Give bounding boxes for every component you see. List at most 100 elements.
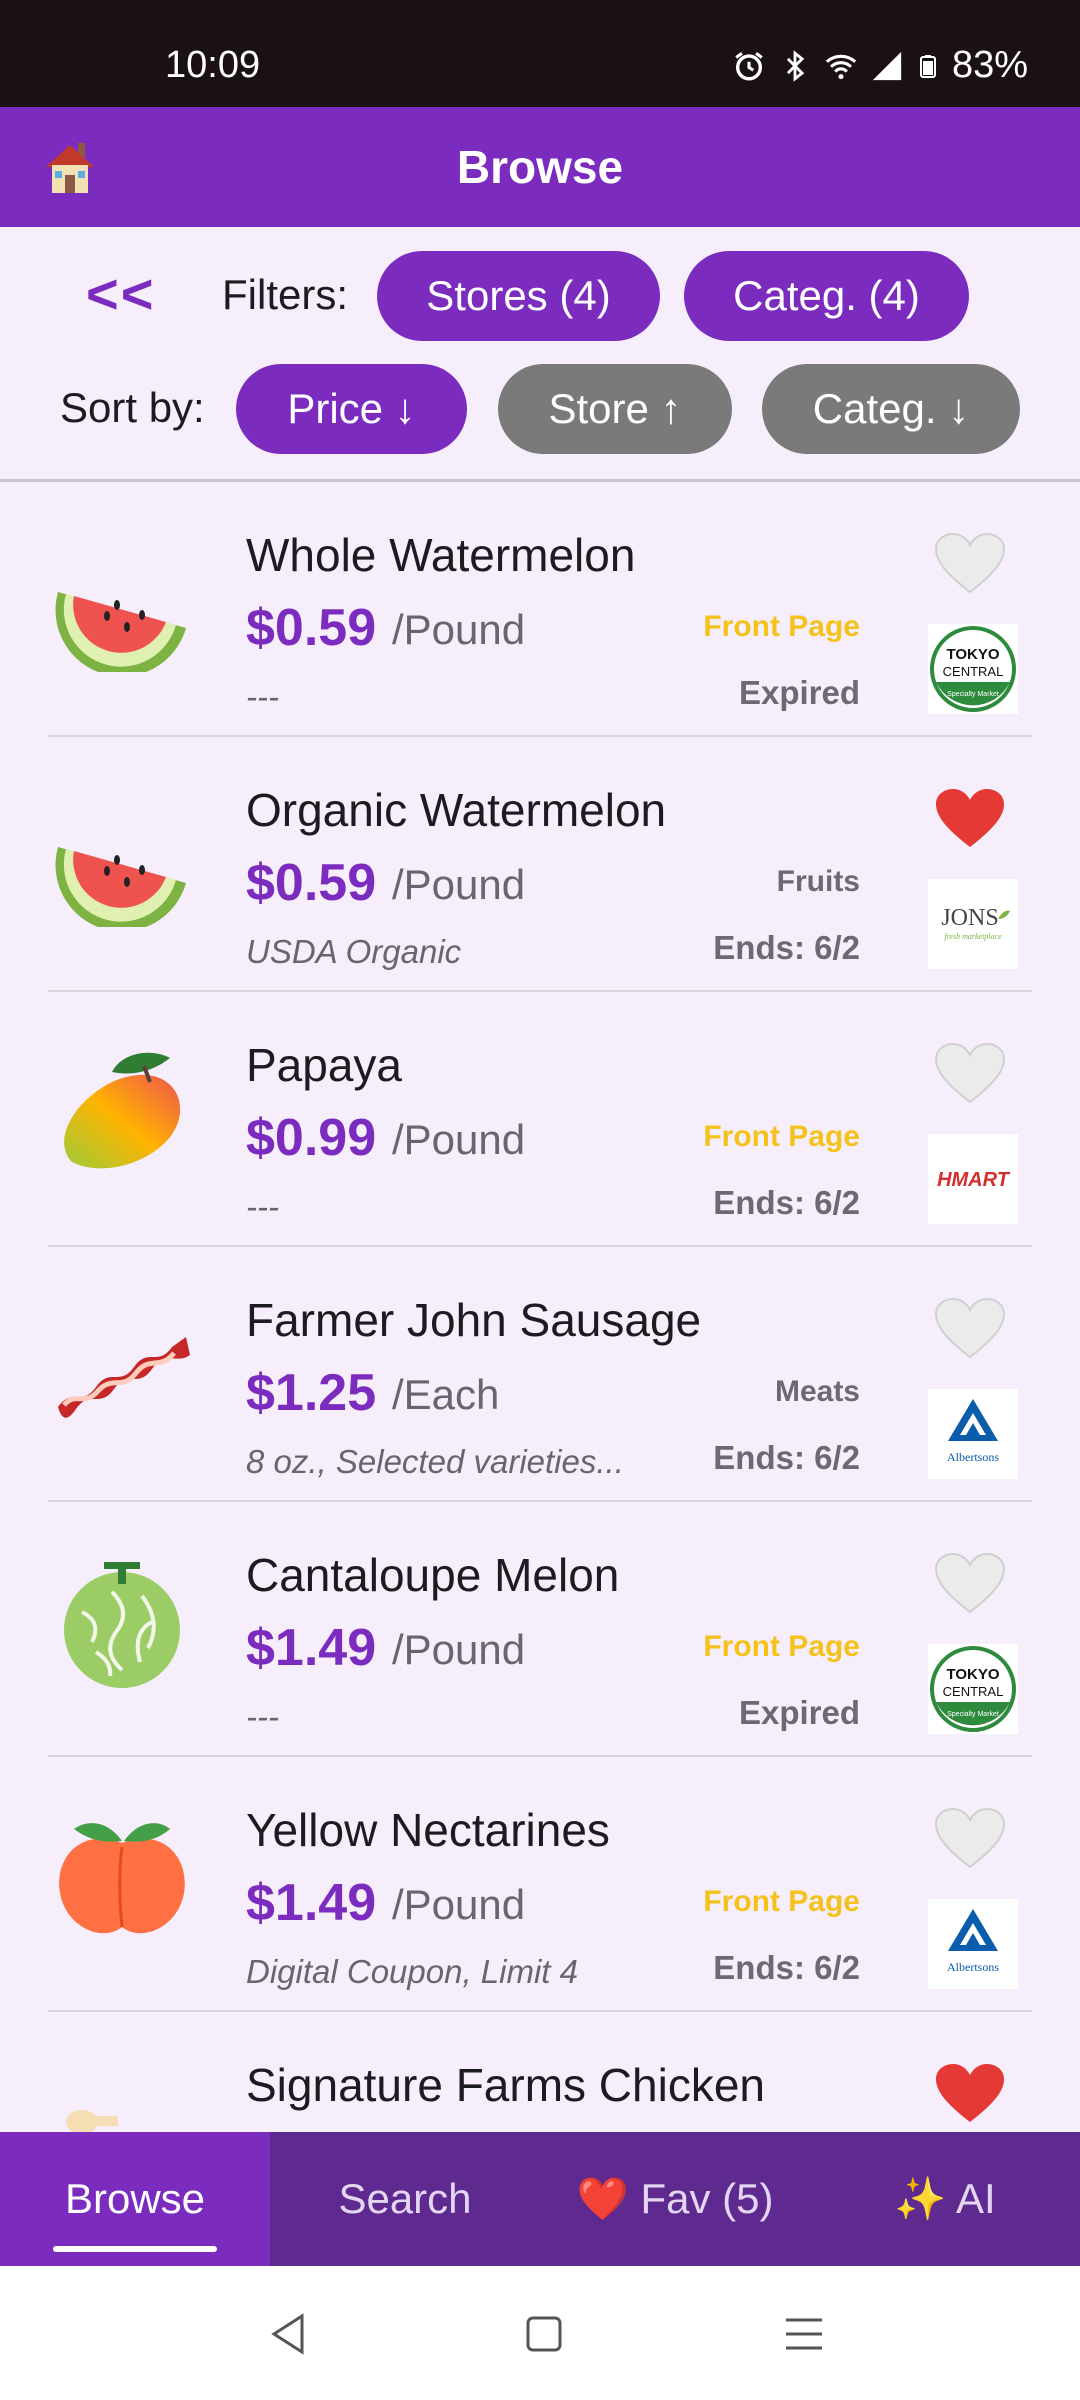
logo-text-tokyo: TOKYO — [946, 1666, 999, 1683]
item-end-date: Ends: 6/2 — [713, 1949, 860, 1986]
stores-filter-button[interactable]: Stores (4) — [377, 251, 660, 341]
peach-icon — [59, 1823, 185, 1934]
item-unit: /Pound — [392, 861, 526, 908]
home-square-icon[interactable] — [516, 2306, 572, 2362]
tab-search[interactable]: Search — [270, 2132, 540, 2266]
system-navigation-bar — [0, 2266, 1080, 2400]
watermelon-icon — [55, 847, 186, 927]
signal-icon — [872, 51, 902, 80]
item-name: Organic Watermelon — [246, 784, 667, 836]
logo-text-jons-sub: fresh marketplace — [944, 932, 1002, 941]
deal-list: Whole Watermelon $0.59 /Pound --- Front … — [0, 482, 1080, 2132]
back-triangle-icon[interactable] — [260, 2306, 316, 2362]
item-category: Front Page — [703, 1885, 860, 1918]
tab-browse[interactable]: Browse — [0, 2132, 270, 2266]
favorite-heart-icon[interactable] — [934, 1297, 1006, 1361]
item-price: $0.59 — [246, 599, 377, 657]
list-item[interactable]: Papaya $0.99 /Pound --- Front Page Ends:… — [0, 992, 1080, 1247]
favorite-heart-icon[interactable] — [934, 532, 1006, 596]
item-end-date: Ends: 6/2 — [713, 929, 860, 966]
bacon-icon — [58, 1337, 190, 1418]
item-unit: /Pound — [392, 1881, 526, 1928]
logo-text-albertsons: Albertsons — [947, 1960, 999, 1974]
item-category: Fruits — [776, 865, 860, 898]
list-item[interactable]: Signature Farms Chicken — [0, 2012, 1080, 2132]
item-end-date: Expired — [738, 674, 860, 711]
filter-bar: << Filters: Stores (4) Categ. (4) Sort b… — [0, 227, 1080, 482]
item-note: --- — [246, 678, 279, 715]
favorite-heart-icon[interactable] — [934, 1042, 1006, 1106]
list-item[interactable]: Cantaloupe Melon $1.49 /Pound --- Front … — [0, 1502, 1080, 1757]
tab-ai-label: ✨ AI — [894, 2174, 996, 2222]
item-name: Whole Watermelon — [246, 529, 636, 581]
item-unit: /Each — [392, 1371, 500, 1418]
sort-store-button[interactable]: Store ↑ — [498, 364, 732, 454]
bottom-navigation: Browse Search ❤️ Fav (5) ✨ AI — [0, 2132, 1080, 2266]
melon-icon — [64, 1562, 180, 1688]
status-icons: 83% — [732, 44, 1028, 87]
logo-text-jons: JONS — [941, 905, 998, 931]
tab-favorites[interactable]: ❤️ Fav (5) — [540, 2132, 810, 2266]
item-price: $1.49 — [246, 1619, 377, 1677]
list-item[interactable]: Whole Watermelon $0.59 /Pound --- Front … — [0, 482, 1080, 737]
app-bar: Browse — [0, 107, 1080, 227]
item-category: Front Page — [703, 1120, 860, 1153]
tab-favorites-label: ❤️ Fav (5) — [576, 2174, 774, 2222]
list-item[interactable]: Yellow Nectarines $1.49 /Pound Digital C… — [0, 1757, 1080, 2012]
favorite-heart-icon[interactable] — [934, 787, 1006, 851]
favorite-heart-icon[interactable] — [934, 1552, 1006, 1616]
tab-ai[interactable]: ✨ AI — [810, 2132, 1080, 2266]
item-end-date: Ends: 6/2 — [713, 1439, 860, 1476]
home-icon[interactable] — [38, 135, 102, 199]
item-category: Meats — [774, 1375, 860, 1408]
active-tab-indicator — [53, 2246, 217, 2252]
logo-text-hmart: HMART — [937, 1169, 1011, 1191]
item-unit: /Pound — [392, 1116, 526, 1163]
store-logo-tokyo-central: TOKYO CENTRAL Specialty Market — [928, 624, 1018, 714]
store-logo-albertsons: Albertsons — [928, 1899, 1018, 1989]
item-name: Papaya — [246, 1039, 403, 1091]
item-note: 8 oz., Selected varieties... — [246, 1443, 624, 1480]
chicken-icon — [66, 2110, 118, 2132]
item-price: $1.25 — [246, 1364, 377, 1422]
logo-text-albertsons: Albertsons — [947, 1450, 999, 1464]
item-unit: /Pound — [392, 1626, 526, 1673]
favorite-heart-icon[interactable] — [934, 2062, 1006, 2126]
item-note: --- — [246, 1188, 279, 1225]
item-price: $0.99 — [246, 1109, 377, 1167]
tab-browse-label: Browse — [64, 2175, 206, 2222]
category-filter-button[interactable]: Categ. (4) — [684, 251, 969, 341]
logo-text-tokyo: TOKYO — [946, 646, 999, 663]
item-end-date: Expired — [738, 1694, 860, 1731]
page-title: Browse — [456, 141, 624, 193]
item-unit: /Pound — [392, 606, 526, 653]
store-logo-hmart: HMART — [928, 1134, 1018, 1224]
item-note: Digital Coupon, Limit 4 — [246, 1953, 578, 1990]
item-category: Front Page — [703, 610, 860, 643]
logo-text-central: CENTRAL — [943, 1684, 1004, 1699]
filters-label: Filters: — [222, 271, 348, 318]
item-name: Cantaloupe Melon — [246, 1549, 620, 1601]
tab-search-label: Search — [338, 2175, 472, 2222]
list-item[interactable]: Organic Watermelon $0.59 /Pound USDA Org… — [0, 737, 1080, 992]
battery-icon — [919, 54, 936, 78]
item-price: $1.49 — [246, 1874, 377, 1932]
favorite-heart-icon[interactable] — [934, 1807, 1006, 1871]
item-category: Front Page — [703, 1630, 860, 1663]
store-logo-tokyo-central: TOKYO CENTRAL Specialty Market — [928, 1644, 1018, 1734]
store-logo-albertsons: Albertsons — [928, 1389, 1018, 1479]
recents-menu-icon[interactable] — [776, 2306, 832, 2362]
battery-percent: 83% — [951, 44, 1028, 86]
item-end-date: Ends: 6/2 — [713, 1184, 860, 1221]
store-logo-jons: JONS fresh marketplace — [928, 879, 1018, 969]
item-note: USDA Organic — [246, 933, 462, 970]
sort-category-button[interactable]: Categ. ↓ — [762, 364, 1020, 454]
back-button[interactable]: << — [86, 261, 155, 326]
item-name: Signature Farms Chicken — [246, 2059, 765, 2111]
list-item[interactable]: Farmer John Sausage $1.25 /Each 8 oz., S… — [0, 1247, 1080, 1502]
watermelon-icon — [55, 592, 186, 672]
item-name: Yellow Nectarines — [246, 1804, 610, 1856]
bluetooth-icon — [786, 49, 805, 82]
sort-price-button[interactable]: Price ↓ — [236, 364, 467, 454]
status-bar: 10:09 83% — [0, 0, 1080, 107]
